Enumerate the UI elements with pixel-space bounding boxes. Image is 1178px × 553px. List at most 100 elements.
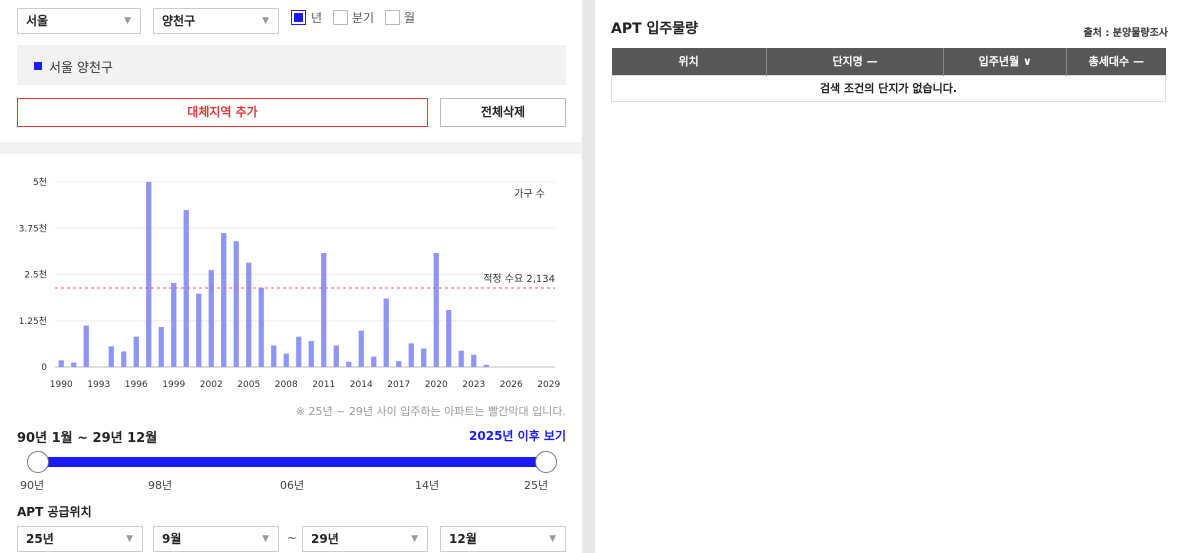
x-tick-label: 2014 [350,380,373,390]
from-year-select[interactable]: 25년 ▼ [17,526,143,552]
source-label: 출처 : 분양물량조사 [1083,28,1168,39]
bar [421,348,427,367]
bar [371,356,377,367]
bar [446,310,452,367]
x-tick-label: 2020 [425,380,448,390]
x-tick-label: 2017 [387,380,410,390]
bar [283,353,289,367]
bar [246,262,252,367]
bar [58,360,64,367]
district-select[interactable]: 양천구 ▼ [153,8,279,34]
header-move-in-date[interactable]: 입주년월 ∨ [943,48,1068,75]
bar [183,210,189,367]
x-tick-label: 1996 [125,380,148,390]
x-tick-label: 2011 [312,380,335,390]
slider-label: 14년 [415,479,440,492]
supply-bar-chart: 0 1.25천 2.5천 3.75천 5천 1990 1993 1996 1999 2002 20… [19,177,561,390]
apt-title: APT 입주물량 [611,21,699,37]
bar [83,325,89,367]
empty-message: 검색 조건의 단지가 없습니다. [611,74,1166,102]
y-tick-label: 2.5천 [24,270,47,281]
district-select-value: 양천구 [162,14,196,28]
bar [158,327,164,367]
bar [233,241,239,367]
bar [146,182,152,367]
right-panel: APT 입주물량 출처 : 분양물량조사 위치 단지명 — 입주년월 ∨ 총세대… [595,0,1178,553]
after-2025-link[interactable]: 2025년 이후 보기 [469,427,566,444]
delete-all-button[interactable]: 전체삭제 [440,98,566,127]
legend-label: 가구 수 [514,188,545,200]
bar [133,336,139,367]
chevron-down-icon: ▼ [126,534,133,544]
x-tick-label: 2029 [537,380,560,390]
range-slider-start-handle[interactable] [27,451,49,473]
year-checkbox-label: 년 [311,11,323,25]
add-region-button[interactable]: 대체지역 추가 [17,98,428,127]
range-separator: ~ [287,531,298,545]
bar [208,270,214,367]
chevron-down-icon: ▼ [262,16,269,26]
bar [396,361,402,367]
from-year-value: 25년 [26,532,54,546]
quarter-checkbox[interactable] [333,10,348,25]
city-select[interactable]: 서울 ▼ [17,8,141,34]
range-slider-end-handle[interactable] [535,451,557,473]
range-slider-track[interactable] [38,457,546,467]
bar [433,253,439,367]
range-label: 90년 1월 ~ 29년 12월 [17,431,158,446]
to-month-select[interactable]: 12월 ▼ [440,526,566,552]
region-color-square [34,62,42,70]
app-root: 서울 ▼ 양천구 ▼ 년 분기 월 서울 양천구 대체지역 추가 전체삭제 01… [0,0,1178,553]
y-tick-label: 5천 [33,177,47,188]
quarter-checkbox-label: 분기 [352,11,375,25]
bar [196,293,202,367]
x-tick-label: 2005 [237,380,260,390]
section-divider [0,142,582,154]
slider-label: 25년 [524,479,549,492]
chevron-down-icon: ▼ [124,16,131,26]
chevron-down-icon: ▼ [411,534,418,544]
x-tick-label: 2008 [275,380,298,390]
selected-region-box: 서울 양천구 [17,45,566,85]
bar [333,345,339,367]
bar [358,330,364,367]
y-tick-label: 3.75천 [19,223,47,234]
y-axis-ticks: 0 1.25천 2.5천 3.75천 5천 [19,177,48,373]
bar [408,343,414,367]
bar [383,298,389,367]
year-checkbox[interactable] [291,10,306,25]
from-month-select[interactable]: 9월 ▼ [153,526,279,552]
bar [483,364,489,367]
reference-label: 적정 수요 2,134 [483,273,555,285]
slider-label: 06년 [280,479,305,492]
header-total-units[interactable]: 총세대수 — [1066,48,1166,75]
bar [271,345,277,367]
table-row: 검색 조건의 단지가 없습니다. [611,74,1166,102]
bar [308,341,314,367]
city-select-value: 서울 [26,14,49,28]
table-header-row: 위치 단지명 — 입주년월 ∨ 총세대수 — [611,48,1166,75]
y-tick-label: 1.25천 [19,316,47,327]
chevron-down-icon: ▼ [549,534,556,544]
to-year-select[interactable]: 29년 ▼ [302,526,428,552]
y-tick-label: 0 [41,363,47,373]
x-tick-label: 2026 [500,380,523,390]
bar [171,283,177,367]
bar [321,253,327,367]
month-checkbox[interactable] [385,10,400,25]
bar [458,350,464,367]
bar [108,346,114,367]
bar [471,354,477,367]
selected-region-label: 서울 양천구 [49,61,113,76]
header-complex-name[interactable]: 단지명 — [766,48,945,75]
to-month-value: 12월 [449,532,477,546]
to-year-value: 29년 [311,532,339,546]
supply-location-title: APT 공급위치 [17,505,92,519]
x-tick-label: 1993 [87,380,110,390]
bar [296,336,302,367]
slider-label: 98년 [148,479,173,492]
x-tick-label: 2023 [462,380,485,390]
left-panel: 서울 ▼ 양천구 ▼ 년 분기 월 서울 양천구 대체지역 추가 전체삭제 01… [0,0,582,553]
x-tick-label: 1999 [162,380,185,390]
header-location: 위치 [611,48,767,75]
